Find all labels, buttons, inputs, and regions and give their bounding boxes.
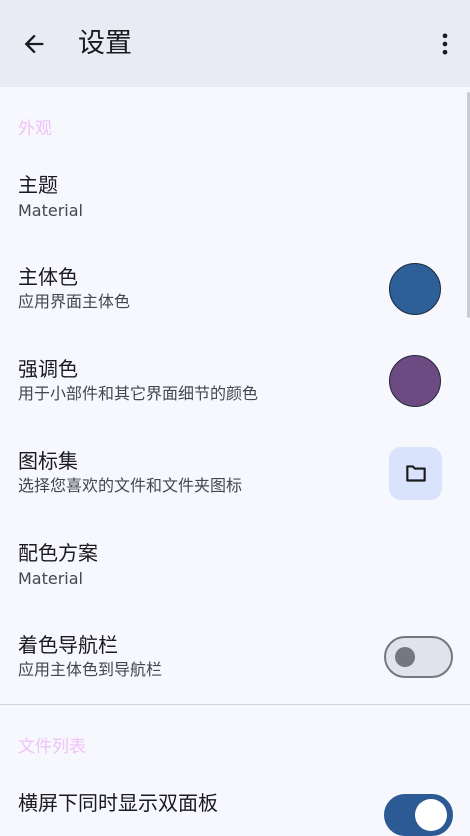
setting-subtitle: 选择您喜欢的文件和文件夹图标 xyxy=(18,476,243,495)
accent-color-swatch[interactable] xyxy=(389,355,441,407)
section-divider xyxy=(0,704,470,705)
setting-subtitle: 应用主体色到导航栏 xyxy=(18,660,163,679)
more-options-button[interactable] xyxy=(425,24,465,64)
page-title: 设置 xyxy=(78,28,132,59)
setting-dual-pane-landscape[interactable]: 横屏下同时显示双面板 xyxy=(0,778,466,836)
setting-title: 主体色 xyxy=(18,265,78,289)
icon-set-preview[interactable] xyxy=(389,447,442,500)
setting-subtitle: Material xyxy=(18,201,83,220)
section-header-appearance: 外观 xyxy=(18,119,52,139)
setting-subtitle: 用于小部件和其它界面细节的颜色 xyxy=(18,384,259,403)
setting-title: 图标集 xyxy=(18,449,78,473)
switch-thumb xyxy=(395,647,415,667)
primary-color-swatch[interactable] xyxy=(389,263,441,315)
switch-thumb xyxy=(415,799,447,831)
setting-primary-color[interactable]: 主体色 应用界面主体色 xyxy=(0,252,466,328)
setting-theme[interactable]: 主题 Material xyxy=(0,160,466,236)
dual-pane-switch[interactable] xyxy=(384,794,453,836)
setting-subtitle: 应用界面主体色 xyxy=(18,292,131,311)
setting-color-scheme[interactable]: 配色方案 Material xyxy=(0,528,466,604)
setting-title: 强调色 xyxy=(18,357,78,381)
setting-title: 着色导航栏 xyxy=(18,633,118,657)
setting-title: 配色方案 xyxy=(18,541,98,565)
setting-colored-nav-bar[interactable]: 着色导航栏 应用主体色到导航栏 xyxy=(0,620,466,696)
setting-subtitle: Material xyxy=(18,569,83,588)
more-vert-icon xyxy=(442,33,448,55)
top-app-bar: 设置 xyxy=(0,0,470,87)
section-header-file-list: 文件列表 xyxy=(18,737,86,757)
setting-title: 横屏下同时显示双面板 xyxy=(18,791,218,815)
setting-icon-set[interactable]: 图标集 选择您喜欢的文件和文件夹图标 xyxy=(0,436,466,512)
back-button[interactable] xyxy=(14,24,54,64)
colored-nav-bar-switch[interactable] xyxy=(384,636,453,678)
arrow-back-icon xyxy=(24,34,44,54)
setting-accent-color[interactable]: 强调色 用于小部件和其它界面细节的颜色 xyxy=(0,344,466,420)
setting-title: 主题 xyxy=(18,173,58,197)
folder-icon xyxy=(405,464,426,482)
